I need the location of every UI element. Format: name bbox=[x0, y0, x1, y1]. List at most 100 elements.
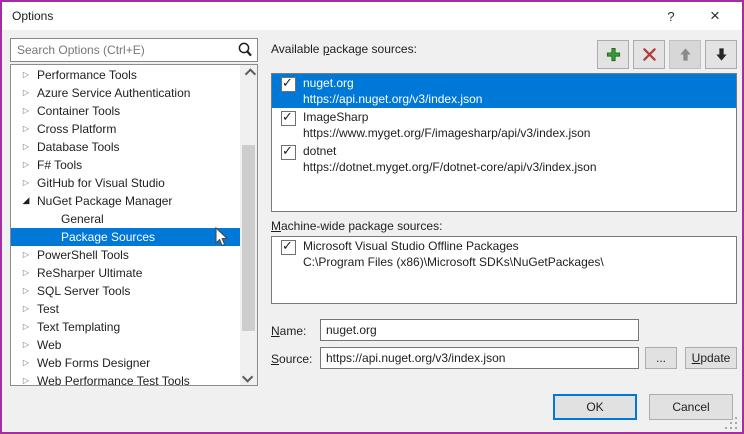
tree-item-performance-tools[interactable]: ▷Performance Tools bbox=[11, 66, 240, 84]
tree-item-label: Test bbox=[37, 300, 59, 318]
help-button[interactable]: ? bbox=[654, 2, 688, 30]
tree-item-web-performance-test-tools[interactable]: ▷ Web Performance Test Tools bbox=[11, 372, 240, 386]
tree-item-azure-service-authentication[interactable]: ▷Azure Service Authentication bbox=[11, 84, 240, 102]
tree-expanded-expander-icon[interactable]: ◢ bbox=[19, 192, 33, 210]
tree-collapsed-expander-icon[interactable]: ▷ bbox=[19, 246, 33, 264]
tree-item-test[interactable]: ▷Test bbox=[11, 300, 240, 318]
titlebar: Options ? × bbox=[2, 2, 742, 30]
tree-item-powershell-tools[interactable]: ▷PowerShell Tools bbox=[11, 246, 240, 264]
remove-source-button[interactable] bbox=[633, 40, 665, 69]
tree-item-label: Web Forms Designer bbox=[37, 354, 150, 372]
sources-toolbar bbox=[597, 40, 737, 69]
resize-grip[interactable] bbox=[725, 417, 738, 429]
tree-item-label: GitHub for Visual Studio bbox=[37, 174, 165, 192]
name-label: Name: bbox=[271, 324, 306, 338]
package-source-text: dotnethttps://dotnet.myget.org/F/dotnet-… bbox=[303, 142, 736, 175]
tree-item-container-tools[interactable]: ▷Container Tools bbox=[11, 102, 240, 120]
tree-item-database-tools[interactable]: ▷Database Tools bbox=[11, 138, 240, 156]
checkmark-icon: ✓ bbox=[282, 144, 293, 159]
tree-item-nuget-package-manager[interactable]: ◢NuGet Package Manager bbox=[11, 192, 240, 210]
available-sources-list[interactable]: ✓ nuget.orghttps://api.nuget.org/v3/index… bbox=[271, 73, 737, 212]
tree-item-label: ReSharper Ultimate bbox=[37, 264, 142, 282]
tree-collapsed-expander-icon[interactable]: ▷ bbox=[19, 354, 33, 372]
tree-item-github-for-visual-studio[interactable]: ▷GitHub for Visual Studio bbox=[11, 174, 240, 192]
tree-item-label: Web Performance Test Tools bbox=[37, 372, 190, 386]
tree-collapsed-expander-icon[interactable]: ▷ bbox=[19, 264, 33, 282]
tree-item-cross-platform[interactable]: ▷Cross Platform bbox=[11, 120, 240, 138]
x-icon bbox=[642, 47, 657, 62]
tree-item-label: F# Tools bbox=[37, 156, 82, 174]
scroll-down-icon[interactable] bbox=[240, 368, 257, 385]
tree-item-sql-server-tools[interactable]: ▷SQL Server Tools bbox=[11, 282, 240, 300]
search-input[interactable] bbox=[11, 43, 236, 57]
update-button[interactable]: Update bbox=[685, 347, 737, 369]
tree-item-general[interactable]: General bbox=[11, 210, 240, 228]
ok-button[interactable]: OK bbox=[553, 394, 637, 420]
close-icon: × bbox=[710, 6, 720, 26]
source-field[interactable] bbox=[320, 347, 639, 369]
tree-item-label: General bbox=[61, 210, 104, 228]
plus-icon bbox=[606, 47, 621, 62]
scroll-up-icon[interactable] bbox=[240, 65, 257, 82]
search-icon[interactable] bbox=[236, 41, 254, 59]
package-source-row-microsoft-visual-studio-offline-packages[interactable]: ✓ Microsoft Visual Studio Offline Package… bbox=[272, 237, 736, 271]
move-up-button[interactable] bbox=[669, 40, 701, 69]
tree-item-package-sources[interactable]: Package Sources bbox=[11, 228, 240, 246]
tree-item-label: Database Tools bbox=[37, 138, 120, 156]
tree-collapsed-expander-icon[interactable]: ▷ bbox=[19, 120, 33, 138]
package-source-row-dotnet[interactable]: ✓ dotnethttps://dotnet.myget.org/F/dotnet… bbox=[272, 142, 736, 176]
package-source-name: Microsoft Visual Studio Offline Packages bbox=[303, 238, 736, 254]
tree-collapsed-expander-icon[interactable]: ▷ bbox=[19, 318, 33, 336]
tree-scrollbar[interactable] bbox=[240, 65, 257, 385]
machine-sources-label: Machine-wide package sources: bbox=[271, 219, 442, 233]
source-label: Source: bbox=[271, 352, 312, 366]
tree-item-text-templating[interactable]: ▷Text Templating bbox=[11, 318, 240, 336]
source-enabled-checkbox[interactable]: ✓ bbox=[281, 145, 296, 160]
package-source-text: nuget.orghttps://api.nuget.org/v3/index.… bbox=[303, 74, 736, 107]
package-source-row-imagesharp[interactable]: ✓ ImageSharphttps://www.myget.org/F/image… bbox=[272, 108, 736, 142]
down-arrow-icon bbox=[714, 47, 729, 62]
browse-button[interactable]: ... bbox=[645, 347, 677, 369]
tree-item-label: SQL Server Tools bbox=[37, 282, 130, 300]
tree-collapsed-expander-icon[interactable]: ▷ bbox=[19, 156, 33, 174]
cancel-button[interactable]: Cancel bbox=[649, 394, 733, 420]
move-down-button[interactable] bbox=[705, 40, 737, 69]
package-source-url: https://www.myget.org/F/imagesharp/api/v… bbox=[303, 125, 736, 141]
source-enabled-checkbox[interactable]: ✓ bbox=[281, 240, 296, 255]
machine-sources-list[interactable]: ✓ Microsoft Visual Studio Offline Package… bbox=[271, 236, 737, 304]
search-box bbox=[10, 38, 258, 62]
options-dialog: Options ? × ▷Performance Tools▷Azure Ser… bbox=[0, 0, 744, 434]
tree-item-label: Text Templating bbox=[37, 318, 120, 336]
package-source-text: ImageSharphttps://www.myget.org/F/images… bbox=[303, 108, 736, 141]
tree-item-f-tools[interactable]: ▷F# Tools bbox=[11, 156, 240, 174]
add-source-button[interactable] bbox=[597, 40, 629, 69]
tree-item-web-forms-designer[interactable]: ▷Web Forms Designer bbox=[11, 354, 240, 372]
package-source-url: https://api.nuget.org/v3/index.json bbox=[303, 91, 736, 107]
dialog-title: Options bbox=[12, 9, 53, 23]
package-source-text: Microsoft Visual Studio Offline Packages… bbox=[303, 237, 736, 270]
tree-collapsed-expander-icon[interactable]: ▷ bbox=[19, 102, 33, 120]
scrollbar-thumb[interactable] bbox=[242, 145, 255, 331]
checkmark-icon: ✓ bbox=[282, 76, 293, 91]
tree-collapsed-expander-icon[interactable]: ▷ bbox=[19, 282, 33, 300]
tree-item-label: Performance Tools bbox=[37, 66, 137, 84]
name-field[interactable] bbox=[320, 319, 639, 341]
source-enabled-checkbox[interactable]: ✓ bbox=[281, 111, 296, 126]
tree-collapsed-expander-icon[interactable]: ▷ bbox=[19, 84, 33, 102]
help-icon: ? bbox=[667, 9, 674, 24]
tree-collapsed-expander-icon[interactable]: ▷ bbox=[19, 372, 33, 386]
tree-collapsed-expander-icon[interactable]: ▷ bbox=[19, 66, 33, 84]
package-source-name: ImageSharp bbox=[303, 109, 736, 125]
package-source-row-nuget-org[interactable]: ✓ nuget.orghttps://api.nuget.org/v3/index… bbox=[272, 74, 736, 108]
tree-item-label: Cross Platform bbox=[37, 120, 116, 138]
tree-collapsed-expander-icon[interactable]: ▷ bbox=[19, 138, 33, 156]
close-button[interactable]: × bbox=[698, 2, 732, 30]
tree-item-label: Azure Service Authentication bbox=[37, 84, 190, 102]
tree-collapsed-expander-icon[interactable]: ▷ bbox=[19, 174, 33, 192]
source-enabled-checkbox[interactable]: ✓ bbox=[281, 77, 296, 92]
tree-collapsed-expander-icon[interactable]: ▷ bbox=[19, 336, 33, 354]
tree-item-resharper-ultimate[interactable]: ▷ReSharper Ultimate bbox=[11, 264, 240, 282]
tree-collapsed-expander-icon[interactable]: ▷ bbox=[19, 300, 33, 318]
tree-item-web[interactable]: ▷Web bbox=[11, 336, 240, 354]
checkmark-icon: ✓ bbox=[282, 239, 293, 254]
